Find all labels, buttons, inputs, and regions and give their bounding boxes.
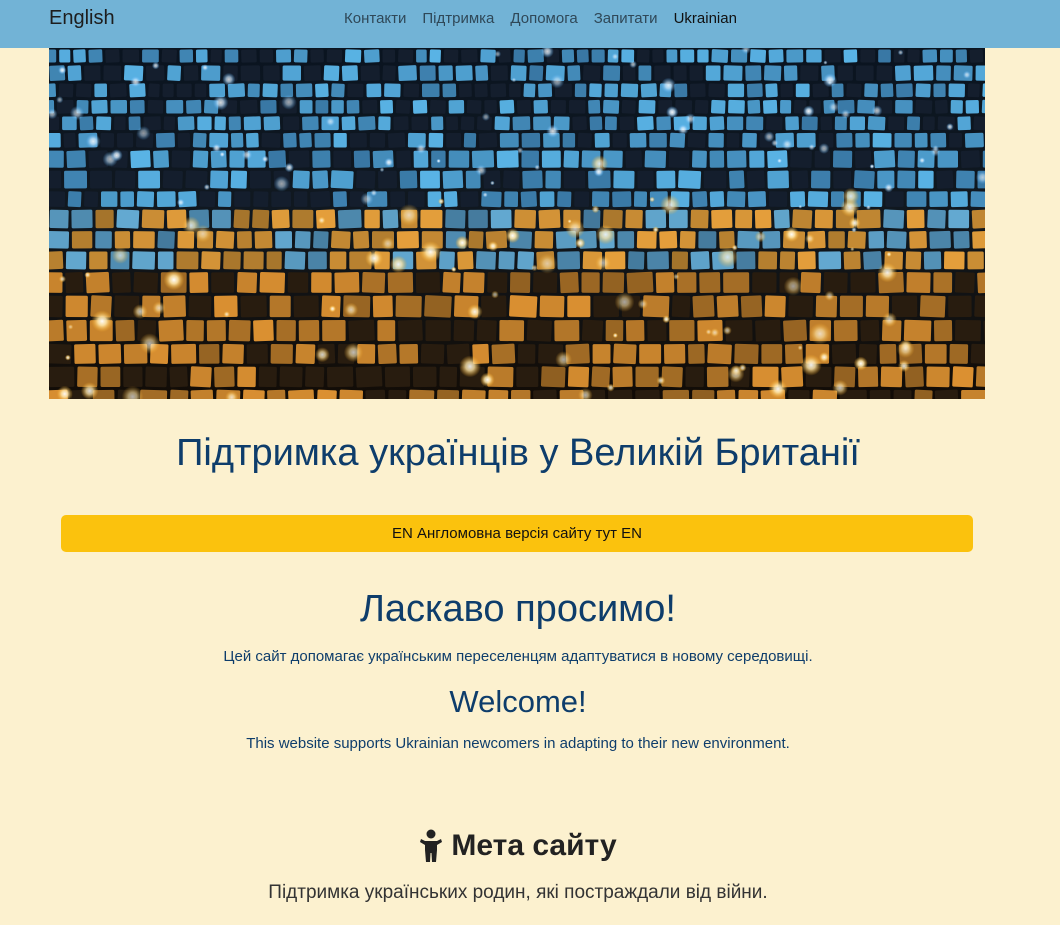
site-goal-heading: Мета сайту [0,829,1036,863]
nav-link-contacts[interactable]: Контакти [344,10,406,27]
welcome-text-english: This website supports Ukrainian newcomer… [246,735,790,752]
navbar: English Контакти Підтримка Допомога Запи… [0,0,1060,48]
welcome-heading-ukrainian: Ласкаво просимо! [359,588,676,630]
nav-link-ukrainian[interactable]: Ukrainian [674,10,737,27]
english-version-button[interactable]: EN Англомовна версія сайту тут EN [61,515,973,552]
hero-image [49,48,985,399]
site-goal-title: Мета сайту [451,829,617,862]
page-title: Підтримка українців у Великій Британії [176,432,860,474]
nav-link-help[interactable]: Допомога [510,10,577,27]
site-goal-text: Підтримка українських родин, які постраж… [268,882,768,903]
child-icon [420,829,443,862]
brand-link-english[interactable]: English [49,7,115,30]
nav-link-ask[interactable]: Запитати [594,10,658,27]
nav-link-support[interactable]: Підтримка [422,10,494,27]
welcome-heading-english: Welcome! [449,684,587,719]
nav-links: Контакти Підтримка Допомога Запитати Ukr… [344,10,737,27]
welcome-text-ukrainian: Цей сайт допомагає українським переселен… [223,648,813,665]
